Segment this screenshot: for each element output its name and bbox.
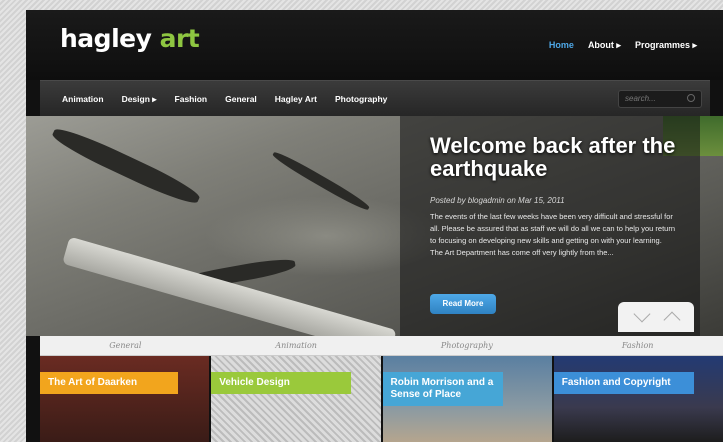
site-header: hagley art Home About ▸ Programmes ▸ [26, 10, 723, 80]
chevron-up-icon[interactable] [663, 311, 681, 329]
category-animation[interactable]: Animation [62, 94, 104, 105]
post-card-title[interactable]: Vehicle Design [211, 372, 352, 394]
category-tabs: General Animation Photography Fashion [40, 336, 723, 356]
search-placeholder: search... [625, 94, 656, 103]
slider-controls [618, 302, 694, 332]
category-fashion[interactable]: Fashion [175, 94, 208, 105]
category-general[interactable]: General [225, 94, 257, 105]
chevron-down-icon[interactable] [633, 305, 651, 323]
road-curb [62, 236, 397, 336]
category-photography[interactable]: Photography [335, 94, 387, 105]
nav-about[interactable]: About ▸ [588, 40, 621, 51]
category-design[interactable]: Design ▸ [122, 94, 157, 105]
featured-slider: Welcome back after the earthquake Posted… [26, 116, 723, 336]
road-crack [49, 123, 203, 209]
nav-home[interactable]: Home [549, 40, 574, 51]
category-bar: Animation Design ▸ Fashion General Hagle… [40, 80, 710, 116]
logo-main: hagley [60, 24, 152, 53]
post-card-title[interactable]: The Art of Daarken [40, 372, 178, 394]
post-card-title[interactable]: Fashion and Copyright [553, 372, 694, 394]
nav-programmes[interactable]: Programmes ▸ [635, 40, 697, 51]
top-navigation: Home About ▸ Programmes ▸ [549, 40, 697, 51]
post-card-title[interactable]: Robin Morrison and a Sense of Place [382, 372, 503, 406]
post-cards: The Art of Daarken Vehicle Design Robin … [40, 356, 723, 442]
post-card[interactable]: Vehicle Design [211, 356, 381, 442]
tab-fashion[interactable]: Fashion [552, 336, 723, 355]
logo-accent: art [159, 24, 200, 53]
search-icon[interactable] [687, 94, 695, 102]
site-logo[interactable]: hagley art [60, 24, 200, 53]
tab-general[interactable]: General [40, 336, 211, 355]
post-card[interactable]: Robin Morrison and a Sense of Place [382, 356, 552, 442]
tab-photography[interactable]: Photography [382, 336, 553, 355]
search-input[interactable]: search... [618, 90, 702, 108]
category-menu: Animation Design ▸ Fashion General Hagle… [62, 94, 387, 105]
featured-title[interactable]: Welcome back after the earthquake [430, 134, 680, 180]
read-more-button[interactable]: Read More [430, 294, 496, 314]
road-crack [270, 149, 372, 213]
site-frame: hagley art Home About ▸ Programmes ▸ Ani… [26, 10, 723, 442]
page: hagley art Home About ▸ Programmes ▸ Ani… [0, 0, 723, 442]
post-card[interactable]: The Art of Daarken [40, 356, 210, 442]
featured-excerpt: The events of the last few weeks have be… [430, 212, 675, 257]
category-hagley-art[interactable]: Hagley Art [275, 94, 317, 105]
tab-animation[interactable]: Animation [211, 336, 382, 355]
post-card[interactable]: Fashion and Copyright [553, 356, 723, 442]
featured-meta: Posted by blogadmin on Mar 15, 2011 [430, 196, 565, 205]
